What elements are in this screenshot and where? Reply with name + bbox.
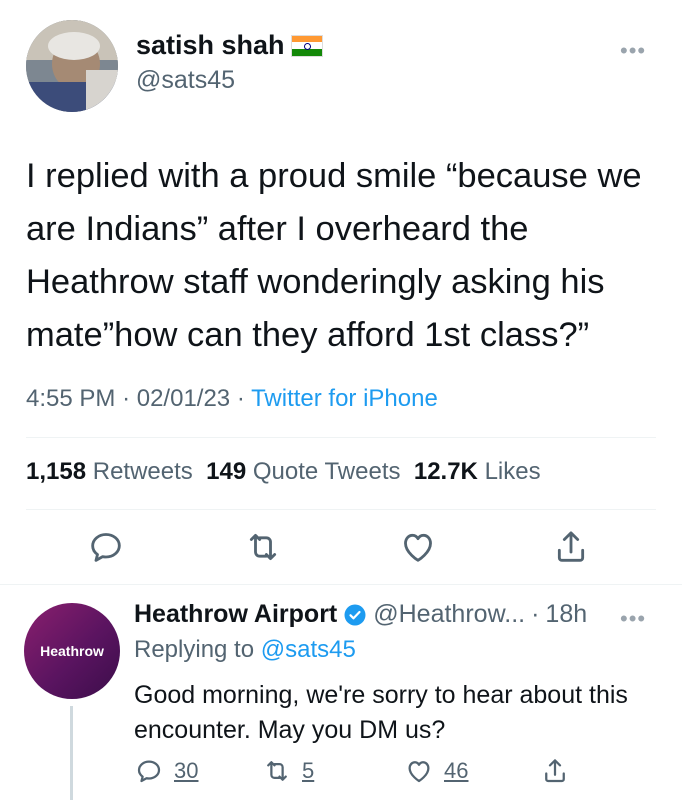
reply-share-button[interactable] xyxy=(540,756,580,786)
retweet-icon xyxy=(249,533,277,561)
reply-text: Good morning, we're sorry to hear about … xyxy=(134,681,628,744)
reply-more-options-icon[interactable]: ••• xyxy=(620,606,646,632)
thread-line xyxy=(70,706,73,800)
share-icon xyxy=(545,759,565,783)
author-avatar[interactable] xyxy=(26,20,118,112)
likes-count: 12.7K xyxy=(413,458,478,485)
reply-author-handle[interactable]: @Heathrow... xyxy=(373,600,525,629)
quotes-stat[interactable]: 149 Quote Tweets xyxy=(206,458,400,485)
like-icon xyxy=(408,761,430,783)
reply-like-button[interactable]: 46 xyxy=(404,756,468,786)
divider xyxy=(0,584,682,585)
retweets-stat[interactable]: 1,158 Retweets xyxy=(26,458,193,485)
divider xyxy=(26,437,656,438)
tweet-date[interactable]: 02/01/23 xyxy=(137,385,230,412)
retweets-label: Retweets xyxy=(92,458,193,485)
share-icon xyxy=(557,531,585,562)
header-separator: · xyxy=(531,600,540,628)
tweet-text: I replied with a proud smile “because we… xyxy=(26,157,642,354)
meta-separator: · xyxy=(122,385,131,412)
divider xyxy=(26,509,656,510)
tweet-stats: 1,158 Retweets 149 Quote Tweets 12.7K Li… xyxy=(26,458,541,486)
replying-prefix: Replying to xyxy=(134,636,255,663)
reply-retweet-button[interactable]: 5 xyxy=(262,756,314,786)
likes-label: Likes xyxy=(484,458,541,485)
india-flag-icon xyxy=(290,34,323,57)
tweet-source[interactable]: Twitter for iPhone xyxy=(251,385,438,412)
author-handle[interactable]: @sats45 xyxy=(136,66,235,95)
reply-author-avatar[interactable]: Heathrow xyxy=(24,603,120,699)
more-options-icon[interactable]: ••• xyxy=(620,38,646,64)
retweets-count: 1,158 xyxy=(26,458,87,485)
reply-icon xyxy=(91,533,121,562)
reply-reply-button[interactable]: 30 xyxy=(134,756,198,786)
replying-to: Replying to @sats45 xyxy=(134,636,356,664)
reply-author-name[interactable]: Heathrow Airport xyxy=(134,600,337,629)
retweet-count: 5 xyxy=(302,758,315,783)
verified-badge-icon xyxy=(343,603,367,627)
tweet-time[interactable]: 4:55 PM xyxy=(26,385,115,412)
author-name-row[interactable]: satish shah xyxy=(136,30,323,61)
retweet-button[interactable] xyxy=(243,527,283,567)
heathrow-logo: Heathrow xyxy=(40,643,104,659)
meta-separator: · xyxy=(236,385,245,412)
like-icon xyxy=(404,533,432,562)
share-button[interactable] xyxy=(551,527,591,567)
reply-button[interactable] xyxy=(86,527,126,567)
reply-header: Heathrow Airport @Heathrow... · 18h xyxy=(134,600,587,629)
reply-count: 30 xyxy=(174,758,199,783)
replying-to-mention[interactable]: @sats45 xyxy=(261,636,356,663)
like-count: 46 xyxy=(444,758,469,783)
like-button[interactable] xyxy=(398,527,438,567)
quotes-count: 149 xyxy=(206,458,247,485)
reply-icon xyxy=(137,760,161,783)
retweet-icon xyxy=(267,761,287,781)
avatar-photo xyxy=(26,20,118,112)
author-name[interactable]: satish shah xyxy=(136,30,285,61)
quotes-label: Quote Tweets xyxy=(252,458,401,485)
tweet-meta: 4:55 PM · 02/01/23 · Twitter for iPhone xyxy=(26,385,438,413)
reply-time[interactable]: 18h xyxy=(545,600,587,629)
likes-stat[interactable]: 12.7K Likes xyxy=(414,458,541,485)
